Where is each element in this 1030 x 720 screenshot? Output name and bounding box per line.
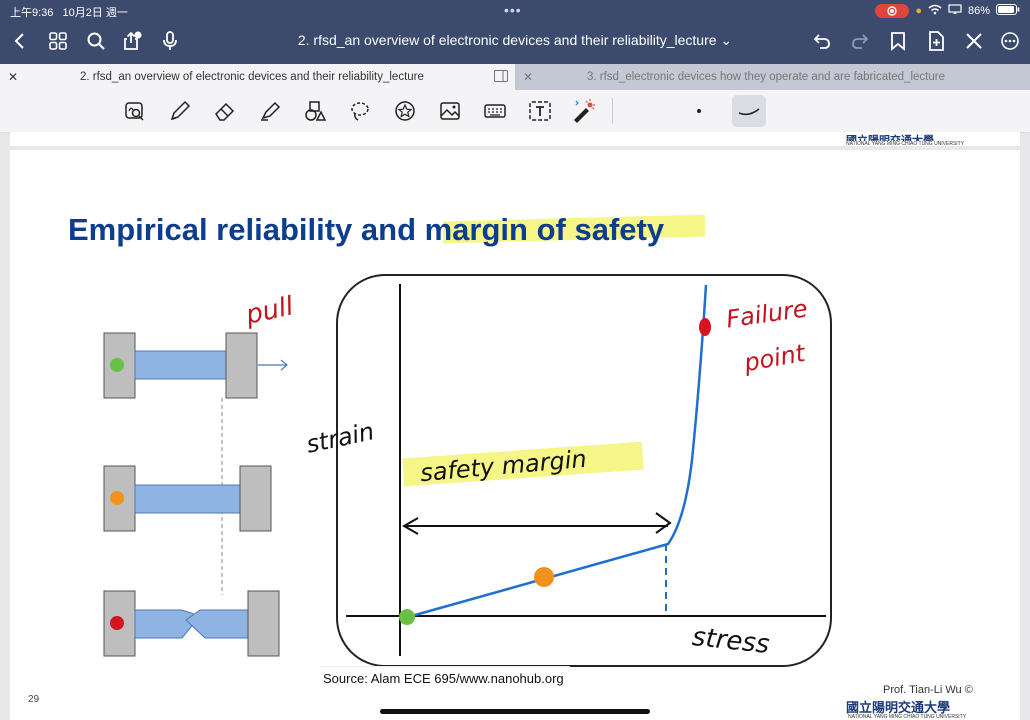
university-logo-english: NATIONAL YANG MING CHIAO TUNG UNIVERSITY: [848, 714, 967, 720]
specimen-illustrations: [103, 332, 288, 657]
green-point: [399, 609, 415, 625]
red-dot: [110, 616, 124, 630]
slide-source: Source: Alam ECE 695/www.nanohub.org: [323, 671, 564, 686]
safety-margin-arrow: [401, 512, 672, 535]
orange-point: [534, 567, 554, 587]
home-indicator[interactable]: [380, 709, 650, 714]
footer-divider: [320, 666, 570, 667]
slide-figure: [103, 274, 832, 667]
green-dot: [110, 358, 124, 372]
specimen-3-right-grip: [247, 590, 280, 657]
orange-dot: [110, 491, 124, 505]
specimen-3-bar-right: [185, 609, 250, 639]
specimen-2-bar: [134, 484, 242, 514]
specimen-2-right-grip: [239, 465, 272, 532]
specimen-1-right-grip: [225, 332, 258, 399]
slide-page-number: 29: [28, 694, 40, 705]
slide-author: Prof. Tian-Li Wu ©: [883, 684, 973, 696]
specimen-1-bar: [134, 350, 228, 380]
failure-point-marker: [699, 318, 711, 336]
pull-arrow: [258, 359, 288, 371]
